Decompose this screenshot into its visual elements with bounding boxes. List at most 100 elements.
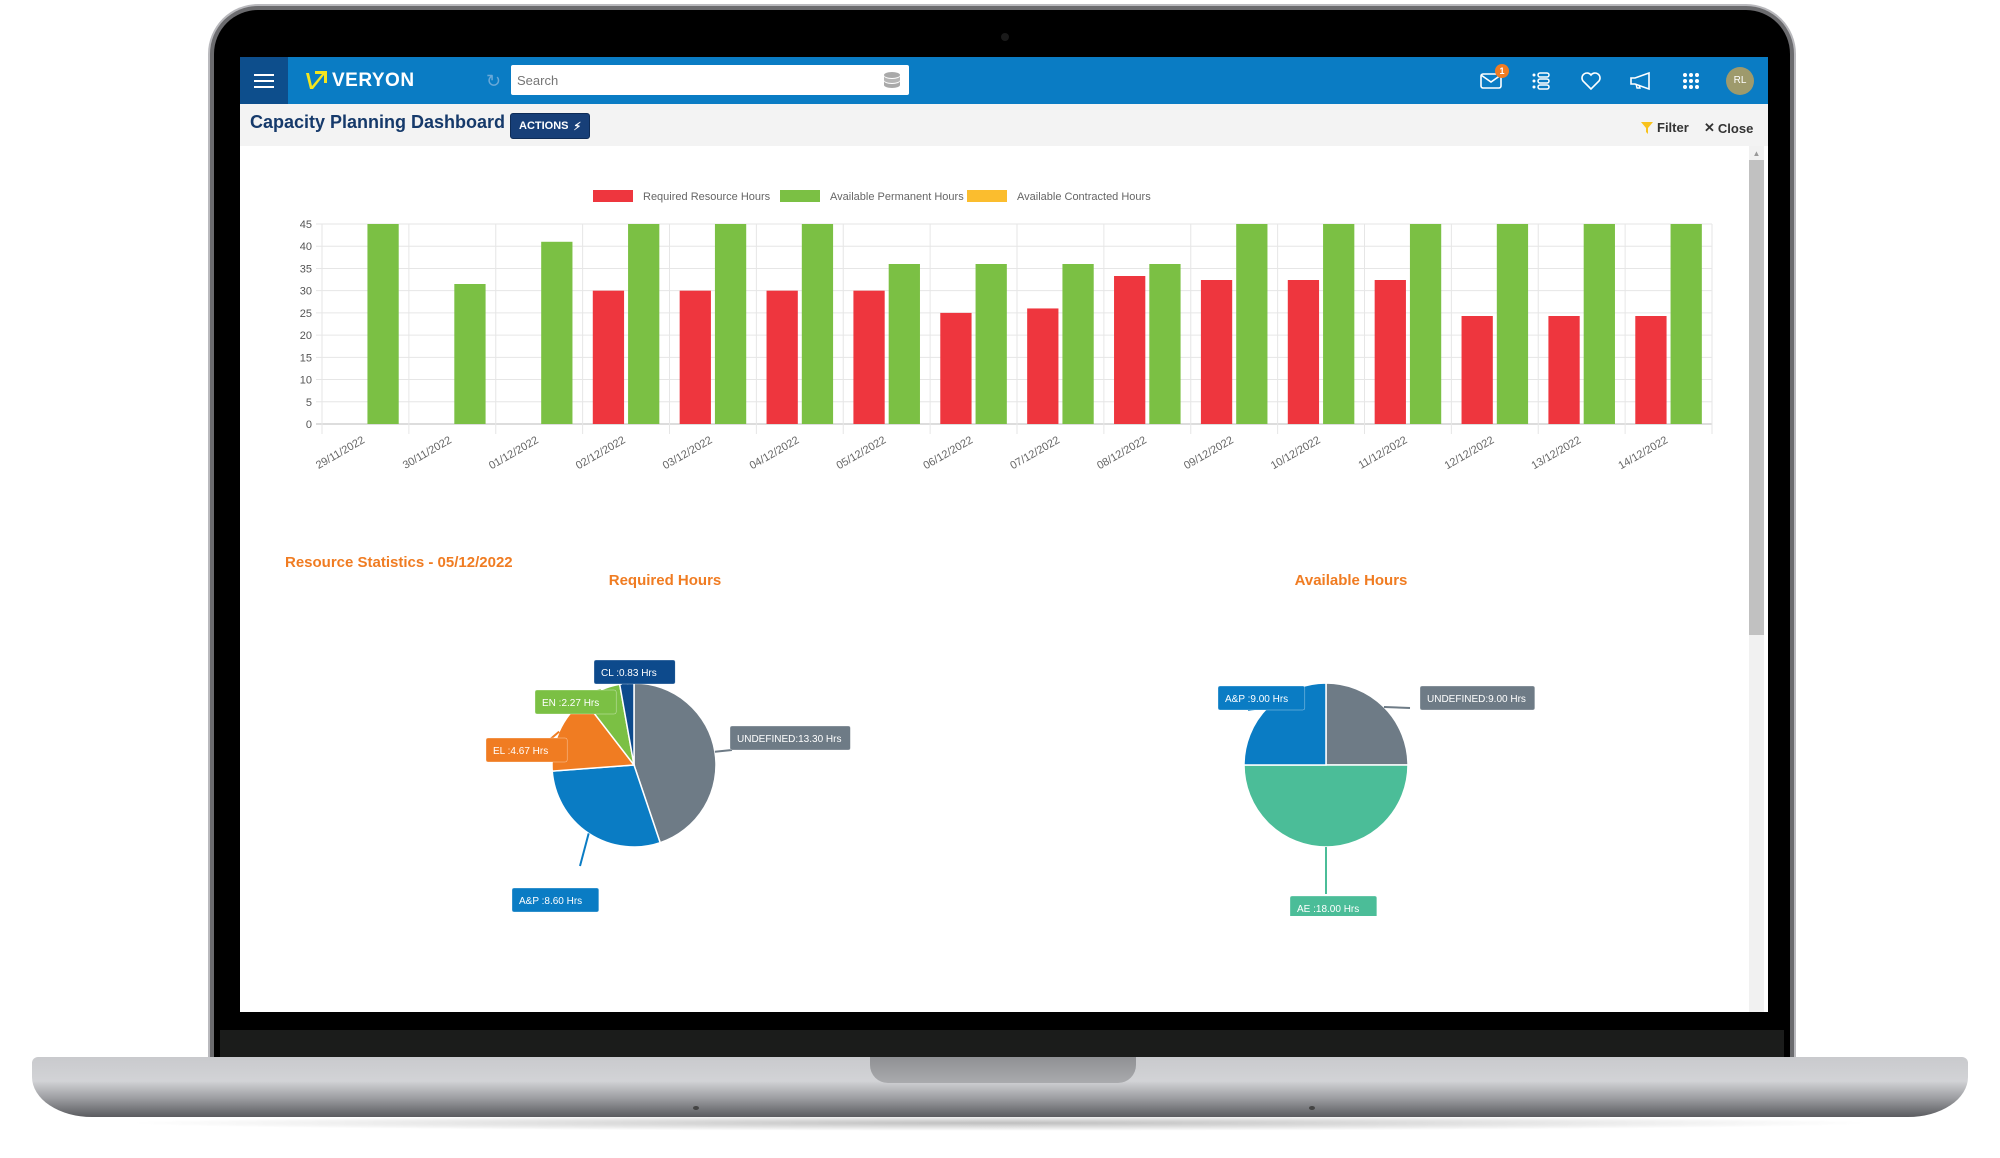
page-header: Capacity Planning Dashboard ACTIONS ⚡︎ F… <box>240 104 1768 146</box>
legend-item[interactable]: Available Permanent Hours <box>780 190 964 203</box>
pie-label-connector <box>1383 706 1411 709</box>
y-tick-label: 40 <box>300 241 312 253</box>
menu-button[interactable] <box>240 57 288 104</box>
bar-required[interactable] <box>1374 280 1406 424</box>
bar-permanent[interactable] <box>1409 224 1442 424</box>
bar-required[interactable] <box>940 312 972 424</box>
bar-required[interactable] <box>1287 280 1320 424</box>
pie-label-text: AE :18.00 Hrs <box>1297 904 1359 915</box>
pie-label-text: A&P :8.60 Hrs <box>519 896 582 907</box>
x-tick-label: 30/11/2022 <box>401 434 454 472</box>
search-input[interactable] <box>511 71 859 89</box>
bar-permanent[interactable] <box>1149 264 1181 424</box>
pie-data-label: CL :0.83 Hrs <box>593 659 676 685</box>
x-tick-label: 11/12/2022 <box>1356 434 1409 472</box>
scroll-up-arrow[interactable]: ▲ <box>1749 146 1764 160</box>
announcements-button[interactable] <box>1616 57 1666 104</box>
mail-button[interactable]: 1 <box>1466 57 1516 104</box>
favorites-button[interactable] <box>1566 57 1616 104</box>
legend-item[interactable]: Required Resource Hours <box>593 190 771 203</box>
brand-name: VERYON <box>332 70 415 91</box>
x-tick-label: 13/12/2022 <box>1530 434 1584 472</box>
apps-grid-icon <box>1683 72 1699 89</box>
bar-required[interactable] <box>853 290 885 424</box>
bar-required[interactable] <box>679 290 711 424</box>
pie-data-label: AE :18.00 Hrs <box>1289 895 1378 916</box>
laptop-foot <box>693 1106 699 1110</box>
filter-label: Filter <box>1657 120 1689 135</box>
pie-data-label: A&P :8.60 Hrs <box>511 887 600 913</box>
pie-label-text: A&P :9.00 Hrs <box>1225 694 1288 705</box>
page-title: Capacity Planning Dashboard <box>250 112 506 132</box>
y-tick-label: 30 <box>300 286 312 298</box>
x-tick-label: 04/12/2022 <box>748 434 802 472</box>
vertical-scrollbar[interactable]: ▲ <box>1749 146 1764 1012</box>
bar-permanent[interactable] <box>541 241 573 424</box>
menu-icon <box>254 79 274 82</box>
bar-required[interactable] <box>1114 276 1146 424</box>
bar-required[interactable] <box>1635 316 1667 424</box>
legend-label: Available Contracted Hours <box>1017 191 1151 203</box>
scroll-thumb[interactable] <box>1749 160 1764 635</box>
bar-permanent[interactable] <box>367 224 399 424</box>
pie-label-connector <box>714 749 733 753</box>
required-hours-title: Required Hours <box>608 572 722 589</box>
x-tick-label: 03/12/2022 <box>661 434 715 472</box>
bar-permanent[interactable] <box>714 224 747 424</box>
y-tick-label: 25 <box>300 308 312 320</box>
bar-permanent[interactable] <box>1496 224 1529 424</box>
bar-required[interactable] <box>1461 316 1493 424</box>
pie-data-label: UNDEFINED:9.00 Hrs <box>1419 685 1536 711</box>
bar-permanent[interactable] <box>1670 224 1702 424</box>
veryon-logo[interactable]: VERYON <box>304 67 415 95</box>
bar-permanent[interactable] <box>1062 264 1094 424</box>
heart-icon <box>1581 71 1601 90</box>
close-button[interactable]: ✕ Close <box>1704 120 1753 136</box>
lightning-icon: ⚡︎ <box>573 120 582 133</box>
pie-slice[interactable] <box>1325 682 1409 766</box>
x-tick-label: 02/12/2022 <box>574 434 628 472</box>
bar-permanent[interactable] <box>628 224 660 424</box>
list-button[interactable] <box>1516 57 1566 104</box>
pie-data-label: UNDEFINED:13.30 Hrs <box>729 725 851 751</box>
user-avatar[interactable]: RL <box>1726 66 1754 95</box>
close-icon: ✕ <box>1704 120 1715 135</box>
chart-legend: Required Resource Hours Available Permane… <box>593 190 1151 203</box>
pie-label-connector <box>579 833 590 867</box>
database-icon[interactable] <box>883 71 901 91</box>
legend-label: Required Resource Hours <box>643 191 771 203</box>
pie-data-label: A&P :9.00 Hrs <box>1217 685 1306 711</box>
refresh-icon[interactable]: ↻ <box>486 71 501 92</box>
bar-required[interactable] <box>1200 280 1233 424</box>
bar-required[interactable] <box>766 290 798 424</box>
apps-button[interactable] <box>1666 57 1716 104</box>
actions-button[interactable]: ACTIONS ⚡︎ <box>510 113 591 139</box>
y-tick-label: 5 <box>306 397 312 409</box>
laptop-shadow <box>120 1115 1880 1131</box>
pie-slice[interactable] <box>1243 764 1409 848</box>
bar-permanent[interactable] <box>1583 224 1615 424</box>
available-hours-title: Available Hours <box>1294 572 1408 589</box>
pie-label-text: UNDEFINED:13.30 Hrs <box>737 734 841 745</box>
bar-required[interactable] <box>1548 316 1580 424</box>
bar-required[interactable] <box>1027 308 1059 424</box>
bar-permanent[interactable] <box>1323 224 1355 424</box>
close-label: Close <box>1717 120 1754 136</box>
y-tick-label: 35 <box>300 263 312 275</box>
legend-swatch <box>780 190 820 202</box>
filter-icon <box>1641 121 1653 134</box>
bar-permanent[interactable] <box>801 224 834 424</box>
filter-button[interactable]: Filter <box>1641 120 1689 135</box>
legend-item[interactable]: Available Contracted Hours <box>967 190 1151 203</box>
webcam <box>1001 33 1009 41</box>
bar-permanent[interactable] <box>888 264 920 424</box>
bar-permanent[interactable] <box>454 284 486 424</box>
pie-label-text: UNDEFINED:9.00 Hrs <box>1427 694 1526 705</box>
bar-required[interactable] <box>592 290 625 424</box>
bar-permanent[interactable] <box>1236 224 1268 424</box>
pie-label-text: EL :4.67 Hrs <box>493 746 548 757</box>
bar-permanent[interactable] <box>975 264 1007 424</box>
legend-label: Available Permanent Hours <box>830 191 964 203</box>
laptop-notch <box>870 1057 1136 1083</box>
pie-data-label: EN :2.27 Hrs <box>534 689 617 715</box>
